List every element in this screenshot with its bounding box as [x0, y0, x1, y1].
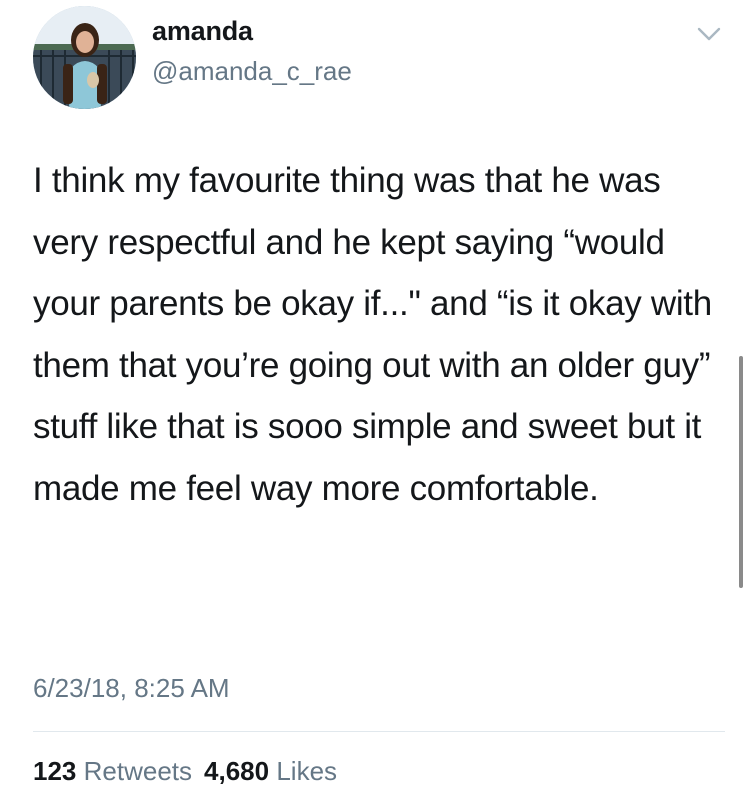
engagement-stats: 123 Retweets 4,680 Likes — [33, 756, 337, 787]
likes-count: 4,680 — [204, 756, 270, 786]
divider — [33, 731, 725, 732]
retweets-count: 123 — [33, 756, 77, 786]
user-handle[interactable]: @amanda_c_rae — [152, 56, 352, 87]
chevron-down-icon[interactable] — [697, 26, 721, 42]
display-name[interactable]: amanda — [152, 16, 253, 47]
avatar[interactable] — [33, 6, 136, 109]
tweet-card: amanda @amanda_c_rae I think my favourit… — [0, 0, 750, 788]
scrollbar[interactable] — [739, 356, 743, 588]
likes-stat[interactable]: 4,680 Likes — [204, 756, 337, 786]
likes-label: Likes — [276, 756, 338, 786]
tweet-text: I think my favourite thing was that he w… — [33, 161, 722, 508]
tweet-timestamp[interactable]: 6/23/18, 8:25 AM — [33, 673, 230, 704]
avatar-photo — [33, 6, 136, 109]
retweets-stat[interactable]: 123 Retweets — [33, 756, 192, 786]
retweets-label: Retweets — [83, 756, 193, 786]
